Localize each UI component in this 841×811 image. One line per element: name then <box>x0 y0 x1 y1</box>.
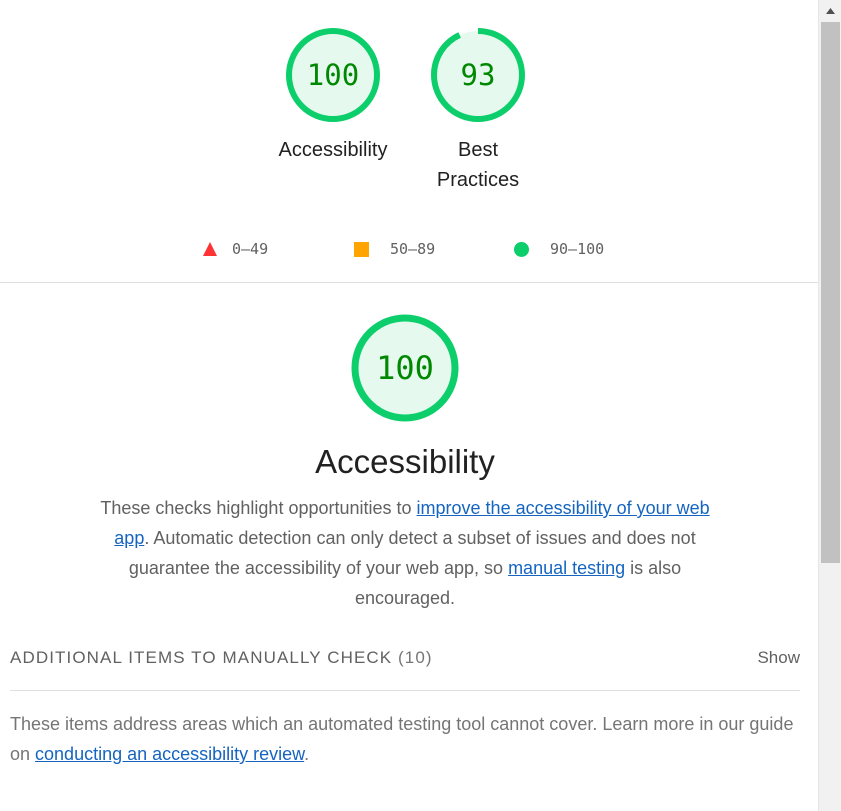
score-legend: 0–49 50–89 90–100 <box>0 237 818 261</box>
legend-pass: 90–100 <box>514 237 604 261</box>
legend-pass-range: 90–100 <box>550 240 605 258</box>
gauge-label: Accessibility <box>278 139 388 161</box>
circle-icon <box>514 241 529 257</box>
gauge-ring: 100 <box>286 28 380 122</box>
legend-fail-range: 0–49 <box>232 240 269 258</box>
category-title: Accessibility <box>315 443 495 480</box>
manual-divider <box>10 690 800 691</box>
vertical-scrollbar[interactable] <box>818 0 841 811</box>
category-gauge: 100 <box>350 313 460 428</box>
gauge-score: 100 <box>307 58 359 92</box>
gauge-label-line2: Practices <box>436 169 520 191</box>
manual-desc-text: . <box>304 744 310 764</box>
gauge-label: Best Practices <box>417 135 539 195</box>
gauge-score: 100 <box>376 349 434 387</box>
gauge-score: 93 <box>461 58 496 92</box>
legend-fail: 0–49 <box>202 237 268 261</box>
category-description: These checks highlight opportunities to … <box>100 493 710 613</box>
gauge-ring: 93 <box>431 28 525 122</box>
manual-checks-description: These items address areas which an autom… <box>10 709 810 769</box>
show-toggle-button[interactable]: Show <box>757 648 800 668</box>
accessibility-review-link[interactable]: conducting an accessibility review <box>35 744 304 764</box>
scroll-thumb[interactable] <box>821 22 840 563</box>
gauge-accessibility[interactable]: 100 Accessibility <box>272 26 394 165</box>
gauge-label-line1: Best <box>457 139 499 161</box>
legend-average-range: 50–89 <box>390 240 436 258</box>
manual-checks-header[interactable]: ADDITIONAL ITEMS TO MANUALLY CHECK (10) … <box>10 643 800 673</box>
manual-testing-link[interactable]: manual testing <box>508 558 625 578</box>
scroll-up-arrow-icon <box>826 8 835 14</box>
section-divider <box>0 282 818 283</box>
manual-checks-title: ADDITIONAL ITEMS TO MANUALLY CHECK (10) <box>10 648 433 668</box>
legend-average: 50–89 <box>354 237 435 261</box>
scroll-up-button[interactable] <box>819 0 841 22</box>
desc-text: These checks highlight opportunities to <box>100 498 417 518</box>
manual-count: (10) <box>398 648 433 667</box>
triangle-icon <box>203 242 217 256</box>
square-icon <box>354 241 369 257</box>
manual-title-text: ADDITIONAL ITEMS TO MANUALLY CHECK <box>10 648 393 667</box>
gauge-best-practices[interactable]: 93 Best Practices <box>417 26 539 195</box>
report-viewport: 100 Accessibility 93 Best Practices 0–49… <box>0 0 818 811</box>
gauge-ring: 100 <box>351 314 459 422</box>
